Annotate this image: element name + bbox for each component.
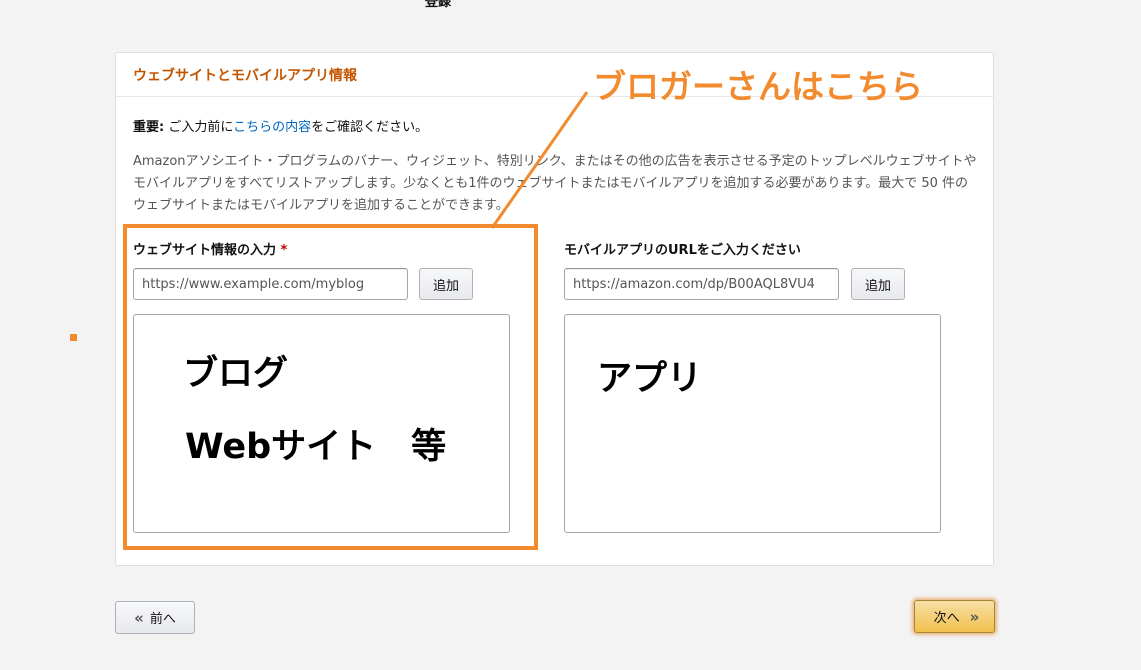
blogger-callout: ブロガーさんはこちら [593,67,923,106]
app-url-input[interactable] [564,268,839,300]
app-add-button[interactable]: 追加 [851,268,905,300]
app-label: モバイルアプリのURLをご入力ください [564,243,801,258]
important-notice: 重要: ご入力前にこちらの内容をご確認ください。 [133,116,428,135]
orange-marker [70,334,77,341]
top-cut-label: 登録 [425,0,452,10]
important-post: をご確認ください。 [311,120,429,135]
panel-title: ウェブサイトとモバイルアプリ情報 [133,67,357,84]
important-pre: ご入力前に [164,120,234,135]
app-list-box [564,314,941,533]
next-button[interactable]: 次へ » [914,600,995,633]
next-label: 次へ [933,611,960,626]
panel-description: Amazonアソシエイト・プログラムのバナー、ウィジェット、特別リンク、またはそ… [133,154,977,213]
important-prefix: 重要: [133,120,165,135]
prev-label: 前へ [149,612,176,627]
app-annotation: アプリ [597,359,703,399]
highlight-box [123,224,538,550]
prev-button[interactable]: « 前へ [115,601,195,634]
important-link[interactable]: こちらの内容 [233,120,311,135]
double-chevron-right-icon: » [969,607,980,626]
double-chevron-left-icon: « [134,608,144,627]
